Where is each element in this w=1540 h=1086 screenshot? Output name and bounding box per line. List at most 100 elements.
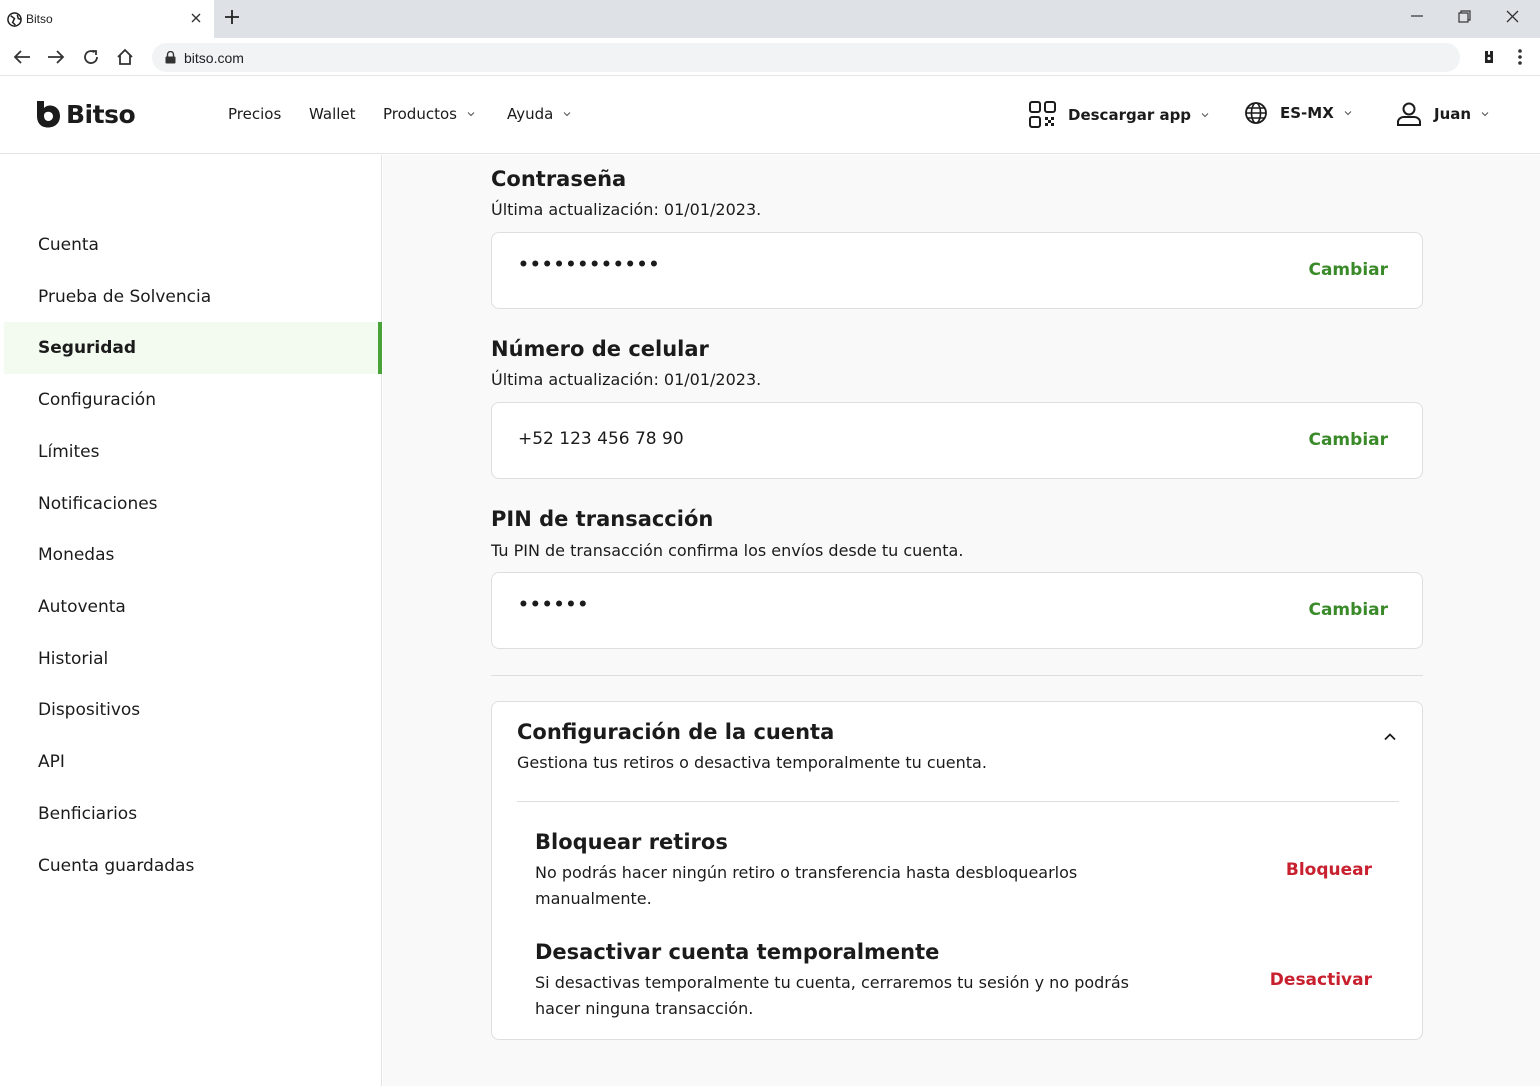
nav-ayuda[interactable]: Ayuda — [507, 105, 571, 123]
site-header: Bitso Precios Wallet Productos Ayuda Des… — [0, 77, 1540, 154]
sidebar-item-api[interactable]: API — [4, 736, 382, 788]
user-name: Juan — [1434, 105, 1472, 123]
new-tab-button[interactable] — [220, 5, 244, 29]
chevron-down-icon — [1481, 112, 1489, 117]
sidebar-item-label: Cuenta guardadas — [38, 856, 195, 876]
account-config-divider — [517, 801, 1399, 802]
sidebar-item-historial[interactable]: Historial — [4, 633, 382, 685]
block-withdrawals-description: No podrás hacer ningún retiro o transfer… — [535, 863, 1078, 908]
sidebar-item-dispositivos[interactable]: Dispositivos — [4, 684, 382, 736]
url-text: bitso.com — [184, 49, 244, 66]
sidebar-item-configuracion[interactable]: Configuración — [4, 374, 382, 426]
minimize-icon[interactable] — [1402, 4, 1432, 28]
sidebar-item-cuenta-guardadas[interactable]: Cuenta guardadas — [4, 840, 382, 892]
bitso-logo-icon — [37, 101, 60, 128]
sidebar-item-label: Autoventa — [38, 597, 126, 617]
section-divider — [491, 675, 1423, 676]
account-config-title: Configuración de la cuenta — [517, 720, 835, 744]
chevron-down-icon — [467, 112, 475, 117]
chevron-down-icon — [1344, 111, 1352, 116]
extension-icon[interactable] — [1478, 46, 1500, 68]
nav-precios[interactable]: Precios — [228, 105, 281, 123]
nav-ayuda-label: Ayuda — [507, 105, 554, 123]
forward-arrow-icon[interactable] — [44, 45, 68, 69]
download-app-label: Descargar app — [1068, 105, 1192, 124]
deactivate-account-button[interactable]: Desactivar — [1270, 970, 1372, 990]
account-config-card: Configuración de la cuenta Gestiona tus … — [491, 701, 1423, 1040]
phone-number-value: +52 123 456 78 90 — [518, 429, 684, 449]
chevron-down-icon — [1201, 112, 1209, 117]
change-phone-button[interactable]: Cambiar — [1308, 430, 1388, 450]
restore-icon[interactable] — [1449, 4, 1479, 28]
download-app-button[interactable]: Descargar app — [1029, 101, 1209, 128]
browser-toolbar: bitso.com — [0, 38, 1540, 76]
address-bar[interactable]: bitso.com — [152, 43, 1460, 72]
sidebar-item-limites[interactable]: Límites — [4, 426, 382, 478]
password-title: Contraseña — [491, 167, 627, 191]
block-withdrawals-title: Bloquear retiros — [535, 830, 728, 854]
sidebar-item-cuenta[interactable]: Cuenta — [4, 219, 382, 271]
block-withdrawals-button[interactable]: Bloquear — [1286, 860, 1372, 880]
pin-card: •••••• Cambiar — [491, 572, 1423, 649]
reload-icon[interactable] — [79, 45, 103, 69]
settings-sidebar: Cuenta Prueba de Solvencia Seguridad Con… — [0, 155, 382, 1086]
bitso-logo[interactable]: Bitso — [34, 99, 136, 129]
sidebar-item-label: Dispositivos — [38, 700, 141, 720]
sidebar-item-label: Límites — [38, 442, 100, 462]
sidebar-item-label: Prueba de Solvencia — [38, 287, 212, 307]
nav-wallet[interactable]: Wallet — [309, 105, 356, 123]
nav-wallet-label: Wallet — [309, 105, 356, 123]
sidebar-item-prueba-de-solvencia[interactable]: Prueba de Solvencia — [4, 271, 382, 323]
sidebar-item-label: Cuenta — [38, 235, 99, 255]
chevron-up-icon[interactable] — [1382, 728, 1398, 744]
phone-title: Número de celular — [491, 337, 709, 361]
language-selector[interactable]: ES-MX — [1244, 101, 1352, 125]
deactivate-account-description: Si desactivas temporalmente tu cuenta, c… — [535, 973, 1130, 1018]
sidebar-item-label: Historial — [38, 649, 109, 669]
sidebar-item-benficiarios[interactable]: Benficiarios — [4, 788, 382, 840]
browser-tab[interactable]: Bitso — [0, 0, 214, 38]
globe-icon — [1245, 102, 1267, 124]
qr-code-icon — [1029, 101, 1056, 128]
sidebar-item-notificaciones[interactable]: Notificaciones — [4, 478, 382, 530]
sidebar-item-label: Notificaciones — [38, 494, 158, 514]
back-arrow-icon[interactable] — [10, 45, 34, 69]
lock-icon — [164, 51, 176, 65]
password-masked-value: •••••••••••• — [518, 255, 661, 275]
tab-close-icon[interactable] — [188, 10, 204, 26]
pin-description: Tu PIN de transacción confirma los envío… — [491, 541, 964, 560]
user-menu[interactable]: Juan — [1396, 101, 1489, 127]
close-window-icon[interactable] — [1497, 4, 1527, 28]
sidebar-item-monedas[interactable]: Monedas — [4, 529, 382, 581]
home-icon[interactable] — [113, 45, 137, 69]
browser-menu-icon[interactable] — [1510, 46, 1530, 68]
deactivate-account-title: Desactivar cuenta temporalmente — [535, 940, 940, 964]
sidebar-item-label: Seguridad — [38, 338, 137, 358]
phone-card: +52 123 456 78 90 Cambiar — [491, 402, 1423, 479]
browser-tab-bar: Bitso — [0, 0, 1540, 38]
language-label: ES-MX — [1280, 104, 1334, 122]
sidebar-item-seguridad[interactable]: Seguridad — [4, 322, 382, 374]
sidebar-item-autoventa[interactable]: Autoventa — [4, 581, 382, 633]
password-card: •••••••••••• Cambiar — [491, 232, 1423, 309]
change-password-button[interactable]: Cambiar — [1308, 260, 1388, 280]
password-last-updated: Última actualización: 01/01/2023. — [491, 200, 762, 219]
pin-masked-value: •••••• — [518, 595, 590, 615]
sidebar-item-label: Configuración — [38, 390, 156, 410]
sidebar-item-label: Benficiarios — [38, 804, 138, 824]
tab-title: Bitso — [26, 12, 53, 26]
phone-last-updated: Última actualización: 01/01/2023. — [491, 370, 762, 389]
sidebar-item-label: Monedas — [38, 545, 115, 565]
sidebar-item-label: API — [38, 752, 65, 772]
chevron-down-icon — [563, 112, 571, 117]
brand-name: Bitso — [66, 99, 136, 129]
nav-precios-label: Precios — [228, 105, 282, 123]
security-panel: Contraseña Última actualización: 01/01/2… — [383, 155, 1540, 1086]
change-pin-button[interactable]: Cambiar — [1308, 600, 1388, 620]
account-config-subtitle: Gestiona tus retiros o desactiva tempora… — [517, 753, 987, 772]
pin-title: PIN de transacción — [491, 507, 714, 531]
user-icon — [1397, 102, 1421, 126]
nav-productos[interactable]: Productos — [383, 105, 475, 123]
globe-favicon-icon — [6, 11, 22, 27]
nav-productos-label: Productos — [383, 105, 457, 123]
